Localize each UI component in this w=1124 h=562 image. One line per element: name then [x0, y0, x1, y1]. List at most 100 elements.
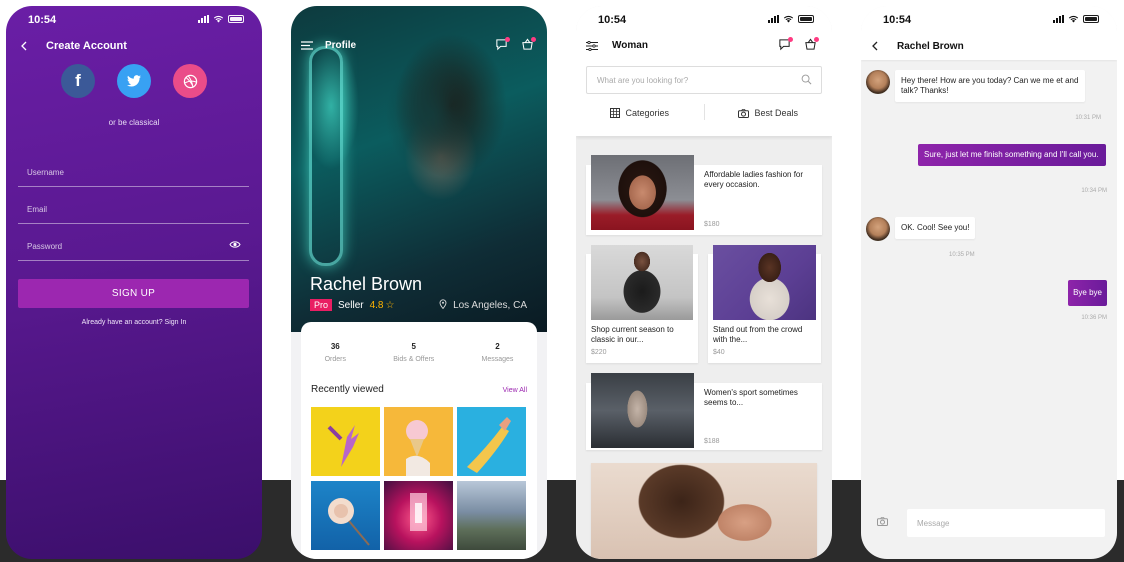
- tab-label: Categories: [625, 108, 670, 118]
- message-time: 10:35 PM: [949, 252, 975, 258]
- shop-header: 10:54 Woman What are you looking for? Ca…: [576, 6, 832, 136]
- product-title: Affordable ladies fashion for every occa…: [704, 170, 804, 189]
- product-price: $220: [591, 349, 607, 356]
- create-account-screen: 10:54 Create Account f or be classical U…: [6, 6, 262, 559]
- twitter-button[interactable]: [117, 64, 151, 98]
- chat-screen: 10:54 Rachel Brown Hey there! How are yo…: [861, 6, 1117, 559]
- tab-categories[interactable]: Categories: [576, 104, 704, 122]
- avatar[interactable]: [866, 217, 890, 241]
- dribbble-button[interactable]: [173, 64, 207, 98]
- recently-viewed-grid: [311, 407, 527, 550]
- divider-text: or be classical: [108, 118, 160, 127]
- location-pin-icon: [439, 299, 447, 310]
- product-card[interactable]: Shop current season to classic in our...…: [586, 245, 698, 363]
- chat-button[interactable]: [495, 37, 510, 52]
- avatar[interactable]: [866, 70, 890, 94]
- profile-meta: Pro Seller 4.8 ☆ Los Angeles, CA: [310, 298, 527, 312]
- recent-item-thumbnail[interactable]: [457, 481, 526, 550]
- product-card[interactable]: Affordable ladies fashion for every occa…: [586, 155, 822, 235]
- camera-icon[interactable]: [877, 517, 888, 526]
- stat-label: Bids & Offers: [393, 356, 435, 363]
- facebook-icon: f: [75, 71, 81, 90]
- chat-contact-name: Rachel Brown: [897, 40, 964, 52]
- stat-value: 36: [330, 342, 340, 351]
- featured-banner-image[interactable]: [591, 463, 817, 559]
- view-all-link[interactable]: View All: [503, 387, 527, 394]
- profile-screen: Profile Rachel Brown Pro Seller 4.8 ☆ Lo…: [291, 6, 547, 559]
- grid-icon: [610, 108, 621, 118]
- product-price: $40: [713, 349, 725, 356]
- back-button[interactable]: [867, 38, 883, 54]
- product-image: [713, 245, 816, 320]
- profile-location: Los Angeles, CA: [453, 300, 527, 311]
- product-card[interactable]: Women's sport sometimes seems to... $188: [586, 373, 822, 450]
- signal-icon: [198, 15, 209, 23]
- facebook-button[interactable]: f: [61, 64, 95, 98]
- message-received: Hey there! How are you today? Can we me …: [895, 70, 1085, 102]
- page-title: Woman: [612, 40, 648, 51]
- location-group: Los Angeles, CA: [439, 299, 527, 311]
- twitter-icon: [127, 75, 141, 87]
- battery-icon: [228, 15, 244, 23]
- message-input[interactable]: Message: [907, 509, 1105, 537]
- wifi-icon: [783, 15, 794, 23]
- battery-icon: [1083, 15, 1099, 23]
- battery-icon: [798, 15, 814, 23]
- product-title: Women's sport sometimes seems to...: [704, 388, 798, 407]
- cart-button[interactable]: [521, 37, 536, 52]
- status-bar: 10:54: [883, 12, 1099, 28]
- tab-best-deals[interactable]: Best Deals: [705, 104, 833, 122]
- search-input[interactable]: What are you looking for?: [586, 66, 822, 94]
- signal-icon: [1053, 15, 1064, 23]
- cart-button[interactable]: [804, 37, 819, 52]
- stat-messages[interactable]: 2 Messages: [481, 342, 513, 363]
- profile-card: 36 Orders 5 Bids & Offers 2 Messages Recent…: [301, 322, 537, 559]
- camera-icon: [738, 108, 750, 118]
- password-label: Password: [27, 242, 63, 251]
- stat-orders[interactable]: 36 Orders: [325, 342, 346, 363]
- status-bar: 10:54: [598, 12, 814, 28]
- signin-link[interactable]: Already have an account? Sign In: [6, 319, 262, 326]
- profile-name: Rachel Brown: [310, 274, 423, 294]
- page-title: Profile: [325, 40, 357, 51]
- stat-bids[interactable]: 5 Bids & Offers: [393, 342, 434, 363]
- message-sent: Bye bye: [1068, 280, 1107, 306]
- product-title: Stand out from the crowd with the...: [713, 325, 803, 344]
- section-title: Recently viewed: [311, 384, 384, 395]
- back-button[interactable]: [16, 38, 32, 54]
- product-image: [591, 245, 693, 320]
- status-bar: 10:54: [28, 12, 244, 28]
- status-time: 10:54: [598, 14, 627, 26]
- product-image: [591, 373, 694, 448]
- signup-button[interactable]: SIGN UP: [18, 279, 249, 308]
- email-field[interactable]: Email: [18, 200, 249, 224]
- username-label: Username: [27, 168, 64, 177]
- profile-stats: 36 Orders 5 Bids & Offers 2 Messages: [301, 342, 537, 363]
- recent-item-thumbnail[interactable]: [384, 407, 453, 476]
- password-field[interactable]: Password: [18, 237, 249, 261]
- eye-icon[interactable]: [229, 240, 241, 249]
- product-card[interactable]: Stand out from the crowd with the... $40: [708, 245, 821, 363]
- product-price: $188: [704, 438, 720, 445]
- recent-item-thumbnail[interactable]: [457, 407, 526, 476]
- menu-icon[interactable]: [301, 41, 313, 50]
- tab-label: Best Deals: [754, 108, 799, 118]
- social-login-group: f: [6, 64, 262, 98]
- filter-menu-icon[interactable]: [586, 41, 598, 51]
- chevron-left-icon: [21, 41, 27, 51]
- recent-item-thumbnail[interactable]: [384, 481, 453, 550]
- chat-button[interactable]: [778, 37, 793, 52]
- recent-item-thumbnail[interactable]: [311, 407, 380, 476]
- profile-role: Seller: [338, 299, 364, 311]
- stat-value: 5: [411, 342, 416, 351]
- recent-item-thumbnail[interactable]: [311, 481, 380, 550]
- username-field[interactable]: Username: [18, 163, 249, 187]
- shop-tabs: Categories Best Deals: [576, 104, 832, 122]
- chevron-left-icon: [872, 41, 878, 51]
- stat-label: Orders: [324, 356, 346, 363]
- search-icon: [801, 74, 812, 85]
- status-time: 10:54: [883, 14, 912, 26]
- message-sent: Sure, just let me finish something and I…: [918, 144, 1106, 166]
- product-image: [591, 155, 694, 230]
- signal-icon: [768, 15, 779, 23]
